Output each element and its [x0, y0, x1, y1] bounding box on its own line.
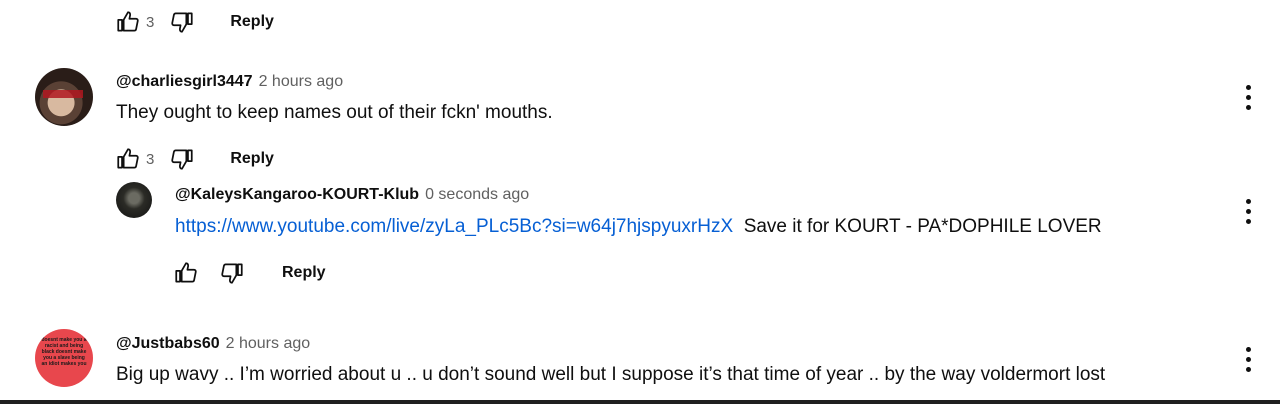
reply-button[interactable]: Reply [230, 150, 274, 168]
avatar[interactable] [116, 182, 152, 218]
avatar-text: doesnt make you a racist and being black… [41, 337, 87, 367]
avatar[interactable] [35, 68, 93, 126]
reply-text: https://www.youtube.com/live/zyLa_PLc5Bc… [175, 216, 1102, 238]
reply-actions: Reply [172, 257, 326, 289]
comment-actions: 3 Reply [114, 143, 274, 175]
avatar[interactable]: doesnt make you a racist and being black… [35, 329, 93, 387]
comment-header: @Justbabs60 2 hours ago [116, 332, 310, 356]
comment-time[interactable]: 2 hours ago [226, 335, 311, 353]
comment-text: They ought to keep names out of their fc… [116, 102, 553, 123]
comment-time[interactable]: 0 seconds ago [425, 186, 529, 204]
more-vert-icon[interactable] [1236, 81, 1260, 113]
reply-header: @KaleysKangaroo-KOURT-Klub 0 seconds ago [175, 183, 529, 207]
author-handle[interactable]: @charliesgirl3447 [116, 73, 253, 91]
thumb-up-icon[interactable] [114, 8, 142, 36]
author-handle[interactable]: @KaleysKangaroo-KOURT-Klub [175, 186, 419, 204]
comment-time[interactable]: 2 hours ago [259, 73, 344, 91]
thumb-down-icon[interactable] [218, 259, 246, 287]
comment-link[interactable]: https://www.youtube.com/live/zyLa_PLc5Bc… [175, 216, 733, 237]
reply-button[interactable]: Reply [230, 13, 274, 31]
thumb-down-icon[interactable] [168, 145, 196, 173]
thumb-up-icon[interactable] [172, 259, 200, 287]
thumb-up-icon[interactable] [114, 145, 142, 173]
more-vert-icon[interactable] [1236, 195, 1260, 227]
like-count: 3 [146, 150, 155, 168]
reply-button[interactable]: Reply [282, 264, 326, 282]
more-vert-icon[interactable] [1236, 343, 1260, 375]
thumb-down-icon[interactable] [168, 8, 196, 36]
like-count: 3 [146, 13, 155, 31]
comment-actions-top: 3 Reply [114, 6, 274, 38]
bottom-divider [0, 400, 1280, 404]
comment-header: @charliesgirl3447 2 hours ago [116, 70, 343, 94]
author-handle[interactable]: @Justbabs60 [116, 335, 220, 353]
comment-text: Big up wavy .. I’m worried about u .. u … [116, 364, 1106, 385]
reply-text-body: Save it for KOURT - PA*DOPHILE LOVER [743, 216, 1102, 237]
